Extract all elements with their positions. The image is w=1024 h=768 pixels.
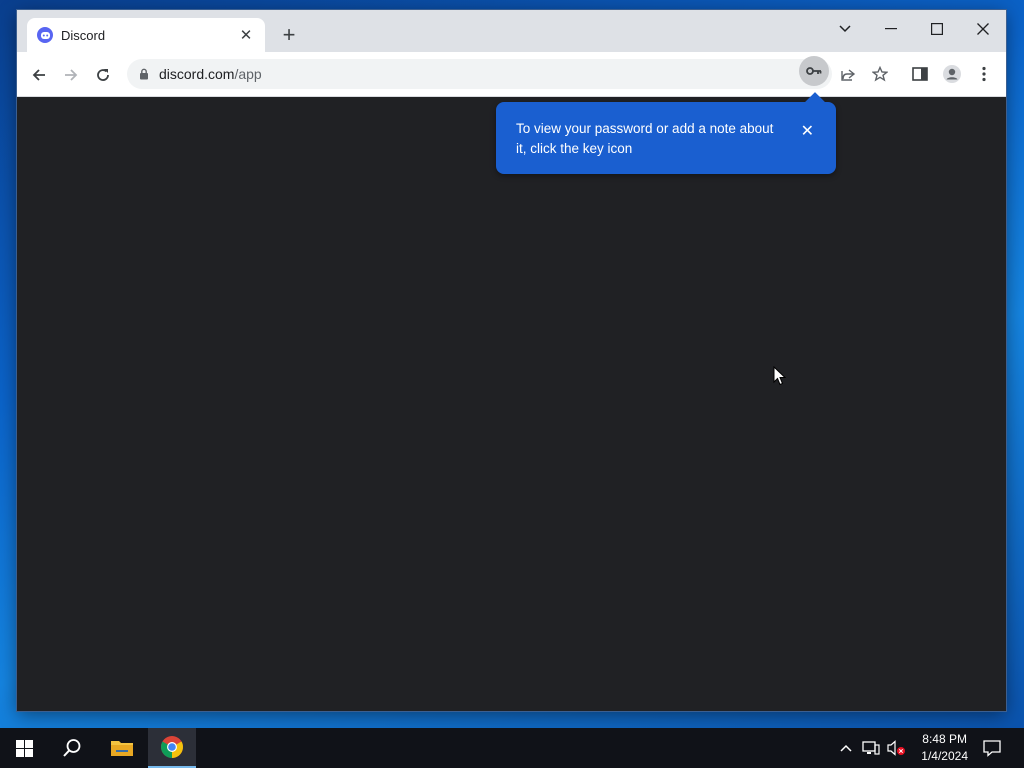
system-clock[interactable]: 8:48 PM 1/4/2024: [921, 731, 968, 765]
maximize-button[interactable]: [914, 14, 960, 44]
browser-window: Discord ✕ + discord.com/app To view your…: [17, 10, 1006, 711]
back-button[interactable]: [25, 61, 53, 89]
volume-muted-icon[interactable]: [884, 728, 908, 768]
url-path: /app: [234, 66, 262, 82]
share-icon[interactable]: [834, 60, 862, 88]
reload-button[interactable]: [89, 61, 117, 89]
windows-start-icon[interactable]: [0, 728, 48, 768]
tab-title: Discord: [61, 27, 106, 43]
show-hidden-icons-chevron-icon[interactable]: [836, 728, 856, 768]
search-icon[interactable]: [48, 728, 96, 768]
bubble-close-icon[interactable]: ✕: [801, 121, 814, 141]
taskbar: 8:48 PM 1/4/2024: [0, 728, 1024, 768]
url-domain: discord.com: [159, 66, 235, 82]
discord-icon: [37, 27, 53, 43]
tab-search-icon[interactable]: [822, 14, 868, 44]
forward-button[interactable]: [57, 61, 85, 89]
bookmark-star-icon[interactable]: [866, 60, 894, 88]
minimize-button[interactable]: [868, 14, 914, 44]
profile-avatar-icon[interactable]: [938, 60, 966, 88]
password-key-icon[interactable]: [799, 56, 829, 86]
clock-date: 1/4/2024: [921, 749, 968, 763]
new-tab-button[interactable]: +: [277, 24, 301, 46]
menu-kebab-icon[interactable]: [970, 60, 998, 88]
file-explorer-icon[interactable]: [98, 728, 146, 768]
tab-discord[interactable]: Discord ✕: [27, 18, 265, 52]
close-window-button[interactable]: [960, 14, 1006, 44]
chrome-taskbar-icon[interactable]: [148, 728, 196, 768]
notification-center-icon[interactable]: [976, 728, 1008, 768]
address-bar[interactable]: discord.com/app: [127, 59, 832, 89]
url-text: discord.com/app: [159, 66, 262, 82]
lock-icon[interactable]: [139, 68, 149, 80]
mouse-cursor-icon: [773, 365, 787, 391]
side-panel-icon[interactable]: [906, 60, 934, 88]
password-tooltip-bubble: To view your password or add a note abou…: [496, 102, 836, 174]
close-tab-icon[interactable]: ✕: [237, 26, 255, 44]
tab-strip: Discord ✕ +: [17, 10, 1006, 52]
clock-time: 8:48 PM: [922, 732, 967, 746]
bubble-message: To view your password or add a note abou…: [516, 121, 774, 156]
page-content: [17, 97, 1006, 711]
network-icon[interactable]: [860, 728, 882, 768]
browser-toolbar: discord.com/app: [17, 52, 1006, 97]
